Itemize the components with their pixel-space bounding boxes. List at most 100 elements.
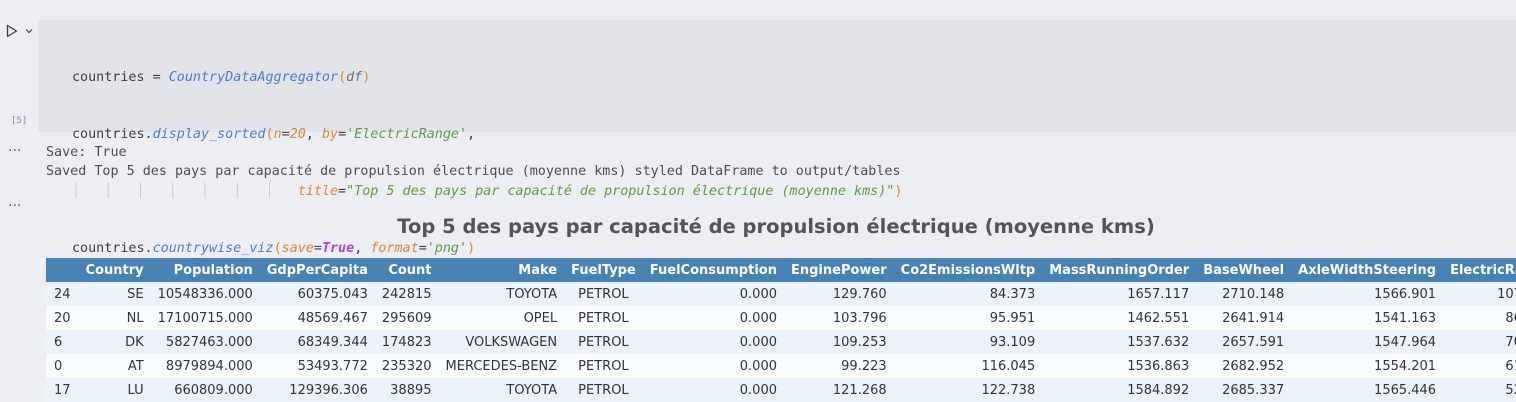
code-token: title (297, 184, 339, 199)
table-cell: TOYOTA (438, 378, 565, 402)
table-cell: 0.000 (642, 306, 784, 330)
index-header (46, 258, 79, 282)
code-token: by (321, 127, 339, 142)
play-icon[interactable] (6, 24, 18, 38)
table-cell: 8979894.000 (150, 354, 260, 378)
column-header: Co2EmissionsWltp (893, 258, 1043, 282)
row-index-cell: 0 (46, 354, 79, 378)
table-cell: PETROL (564, 306, 643, 330)
code-token: = (418, 241, 427, 256)
column-header: FuelConsumption (642, 258, 784, 282)
table-cell: 0.000 (642, 378, 784, 402)
table-cell: 116.045 (893, 354, 1043, 378)
table-cell: 5827463.000 (150, 330, 260, 354)
code-token: 20 (289, 127, 306, 142)
table-cell: 1537.632 (1042, 330, 1197, 354)
table-cell: 0.000 (642, 330, 784, 354)
table-cell: 95.951 (893, 306, 1043, 330)
table-cell: 1584.892 (1042, 378, 1197, 402)
code-token: , (467, 127, 476, 142)
table-cell: 129396.306 (259, 378, 375, 402)
table-cell: 2641.914 (1196, 306, 1292, 330)
code-cell[interactable]: countries = CountryDataAggregator(df) co… (38, 20, 1516, 256)
table-cell: 121.268 (783, 378, 894, 402)
table-cell: 107.509 (1443, 282, 1516, 306)
table-cell: DK (78, 330, 151, 354)
table-cell: 99.223 (783, 354, 894, 378)
column-header: EnginePower (783, 258, 894, 282)
table-cell: PETROL (564, 282, 643, 306)
table-cell: 17100715.000 (150, 306, 260, 330)
code-line: │ │ │ │ │ │ │ title="Top 5 des pays par … (72, 182, 902, 201)
table-cell: 10548336.000 (150, 282, 260, 306)
indent-guides: │ │ │ │ │ │ │ (72, 184, 298, 199)
code-token: True (321, 241, 355, 256)
output-menu-ellipsis-icon[interactable]: ··· (8, 199, 21, 213)
code-token: , (305, 127, 322, 142)
code-line: countries = CountryDataAggregator(df) (72, 68, 902, 87)
table-cell: 1566.901 (1291, 282, 1444, 306)
table-cell: MERCEDES-BENZ (438, 354, 565, 378)
column-header: Population (150, 258, 260, 282)
row-index-cell: 17 (46, 378, 79, 402)
table-cell: 70.170 (1443, 330, 1516, 354)
table-cell: PETROL (564, 330, 643, 354)
code-token: CountryDataAggregator (168, 70, 339, 85)
table-cell: 48569.467 (259, 306, 375, 330)
code-token: countrywise_viz (152, 241, 274, 256)
table-header-row: Country Population GdpPerCapita Count Make Fu… (46, 258, 1516, 282)
stdout-line: Save: True (46, 145, 127, 160)
column-header: MassRunningOrder (1042, 258, 1197, 282)
code-token: = (338, 184, 347, 199)
code-token: "Top 5 des pays par capacité de propulsi… (346, 184, 895, 199)
code-token: countries. (72, 241, 153, 256)
table-cell: 2657.591 (1196, 330, 1292, 354)
table-cell: NL (78, 306, 151, 330)
table-row: 24 SE 10548336.000 60375.043 242815 TOYOTA PET… (46, 282, 1516, 306)
code-token: format (370, 241, 419, 256)
table-cell: 2710.148 (1196, 282, 1292, 306)
table-cell: 93.109 (893, 330, 1043, 354)
table-cell: LU (78, 378, 151, 402)
code-token: = (313, 241, 322, 256)
table-cell: 660809.000 (150, 378, 260, 402)
code-token: , (354, 241, 371, 256)
code-token: = (338, 127, 347, 142)
column-header: ElectricRange (1443, 258, 1516, 282)
chevron-down-icon[interactable] (24, 26, 34, 36)
table-cell: 53493.772 (259, 354, 375, 378)
column-header: Country (78, 258, 151, 282)
table-cell: AT (78, 354, 151, 378)
code-token: display_sorted (152, 127, 266, 142)
table-cell: 1565.446 (1291, 378, 1444, 402)
table-cell: 1554.201 (1291, 354, 1444, 378)
table-cell: 109.253 (783, 330, 894, 354)
row-index-cell: 24 (46, 282, 79, 306)
table-cell: 174823 (374, 330, 439, 354)
code-token: ( (273, 241, 282, 256)
code-token: df (346, 70, 363, 85)
code-token: ( (338, 70, 347, 85)
column-header: AxleWidthSteering (1291, 258, 1444, 282)
row-index-cell: 20 (46, 306, 79, 330)
code-token: ) (467, 241, 476, 256)
table-cell: 2682.952 (1196, 354, 1292, 378)
output-menu-ellipsis-icon[interactable]: ··· (8, 144, 21, 158)
column-header: BaseWheel (1196, 258, 1292, 282)
table-row: 6 DK 5827463.000 68349.344 174823 VOLKSWAGEN P… (46, 330, 1516, 354)
table-row: 17 LU 660809.000 129396.306 38895 TOYOTA PETRO… (46, 378, 1516, 402)
code-token: save (281, 241, 314, 256)
table-cell: 2685.337 (1196, 378, 1292, 402)
table-cell: PETROL (564, 378, 643, 402)
table-cell: 61.190 (1443, 354, 1516, 378)
code-line: countries.countrywise_viz(save=True, for… (72, 239, 902, 258)
table-cell: TOYOTA (438, 282, 565, 306)
table-cell: SE (78, 282, 151, 306)
run-cell-button[interactable] (6, 23, 34, 39)
table-body: 24 SE 10548336.000 60375.043 242815 TOYOTA PET… (46, 282, 1516, 402)
table-cell: 1547.964 (1291, 330, 1444, 354)
code-token: 'png' (426, 241, 468, 256)
table-cell: 68349.344 (259, 330, 375, 354)
table-cell: 1462.551 (1042, 306, 1197, 330)
code-token: ( (265, 127, 274, 142)
